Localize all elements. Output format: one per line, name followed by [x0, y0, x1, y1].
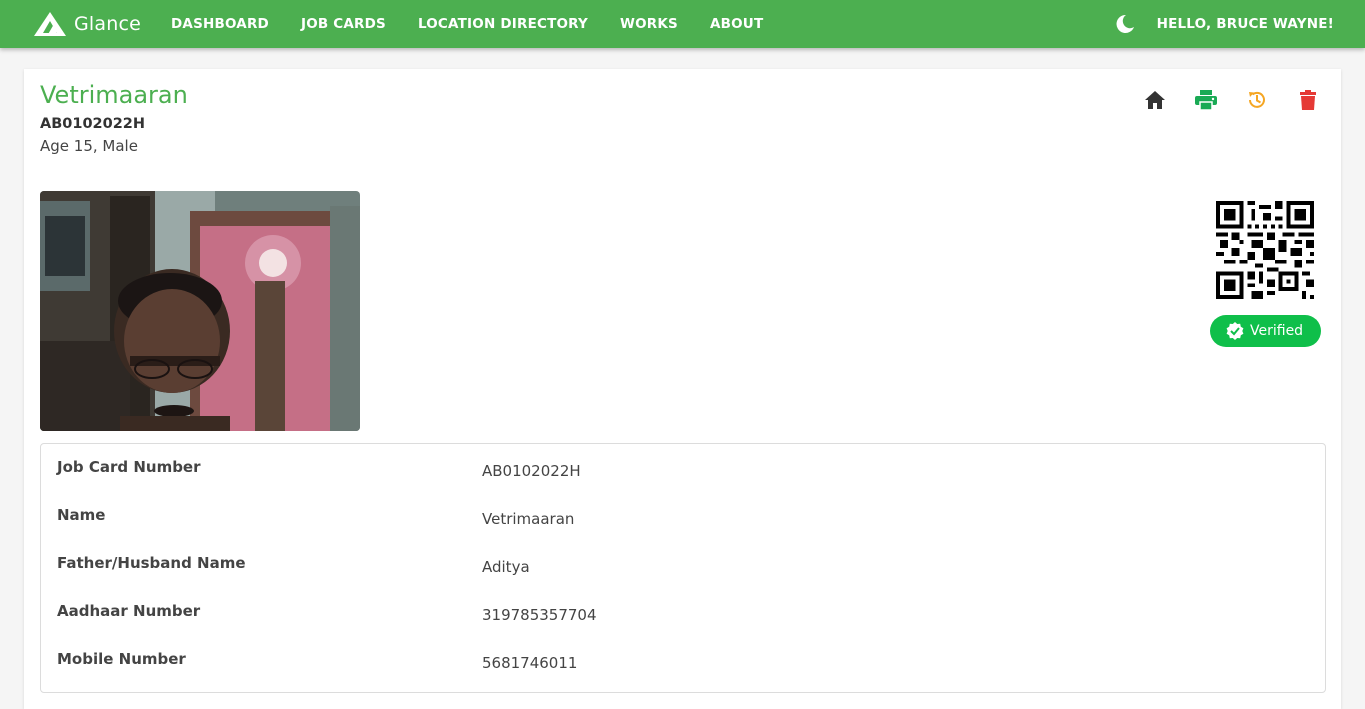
person-name-title: Vetrimaaran: [40, 81, 188, 109]
age-gender-text: Age 15, Male: [40, 137, 138, 155]
table-row: Aadhaar Number 319785357704: [41, 588, 1325, 636]
table-row: Father/Husband Name Aditya: [41, 540, 1325, 588]
row-value: Vetrimaaran: [482, 510, 575, 528]
moon-icon[interactable]: [1115, 14, 1135, 34]
row-value: 5681746011: [482, 654, 578, 672]
nav-about[interactable]: ABOUT: [710, 16, 763, 32]
verified-label: Verified: [1250, 323, 1304, 339]
top-navbar: Glance DASHBOARD JOB CARDS LOCATION DIRE…: [0, 0, 1365, 48]
row-value: AB0102022H: [482, 462, 581, 480]
glance-logo-icon: [34, 12, 66, 36]
row-value: Aditya: [482, 558, 530, 576]
user-greeting[interactable]: HELLO, BRUCE WAYNE!: [1157, 16, 1334, 32]
history-button[interactable]: [1243, 88, 1271, 112]
delete-icon: [1300, 90, 1316, 110]
print-button[interactable]: [1192, 88, 1220, 112]
row-value: 319785357704: [482, 606, 597, 624]
delete-button[interactable]: [1294, 88, 1322, 112]
home-button[interactable]: [1141, 88, 1169, 112]
table-row: Job Card Number AB0102022H: [41, 444, 1325, 492]
row-label: Job Card Number: [57, 458, 201, 476]
nav-works[interactable]: WORKS: [620, 16, 678, 32]
brand[interactable]: Glance: [34, 12, 155, 36]
job-card-number-subtitle: AB0102022H: [40, 116, 146, 132]
brand-name: Glance: [74, 13, 142, 35]
row-label: Name: [57, 506, 106, 524]
nav-location-directory[interactable]: LOCATION DIRECTORY: [418, 16, 588, 32]
history-icon: [1249, 91, 1265, 108]
qr-code: [1216, 201, 1314, 299]
action-toolbar: [1141, 88, 1345, 112]
person-photo: [40, 191, 360, 431]
job-card-detail: Vetrimaaran AB0102022H Age 15, Male Veri…: [24, 69, 1341, 709]
verified-badge: Verified: [1210, 315, 1322, 347]
home-icon: [1145, 91, 1165, 109]
table-row: Mobile Number 5681746011: [41, 636, 1325, 684]
nav-job-cards[interactable]: JOB CARDS: [301, 16, 386, 32]
nav-dashboard[interactable]: DASHBOARD: [171, 16, 269, 32]
row-label: Mobile Number: [57, 650, 186, 668]
print-icon: [1195, 90, 1217, 110]
job-card-details-table: Job Card Number AB0102022H Name Vetrimaa…: [40, 443, 1326, 693]
table-row: Name Vetrimaaran: [41, 492, 1325, 540]
row-label: Aadhaar Number: [57, 602, 201, 620]
verified-check-icon: [1226, 322, 1244, 340]
row-label: Father/Husband Name: [57, 554, 246, 572]
